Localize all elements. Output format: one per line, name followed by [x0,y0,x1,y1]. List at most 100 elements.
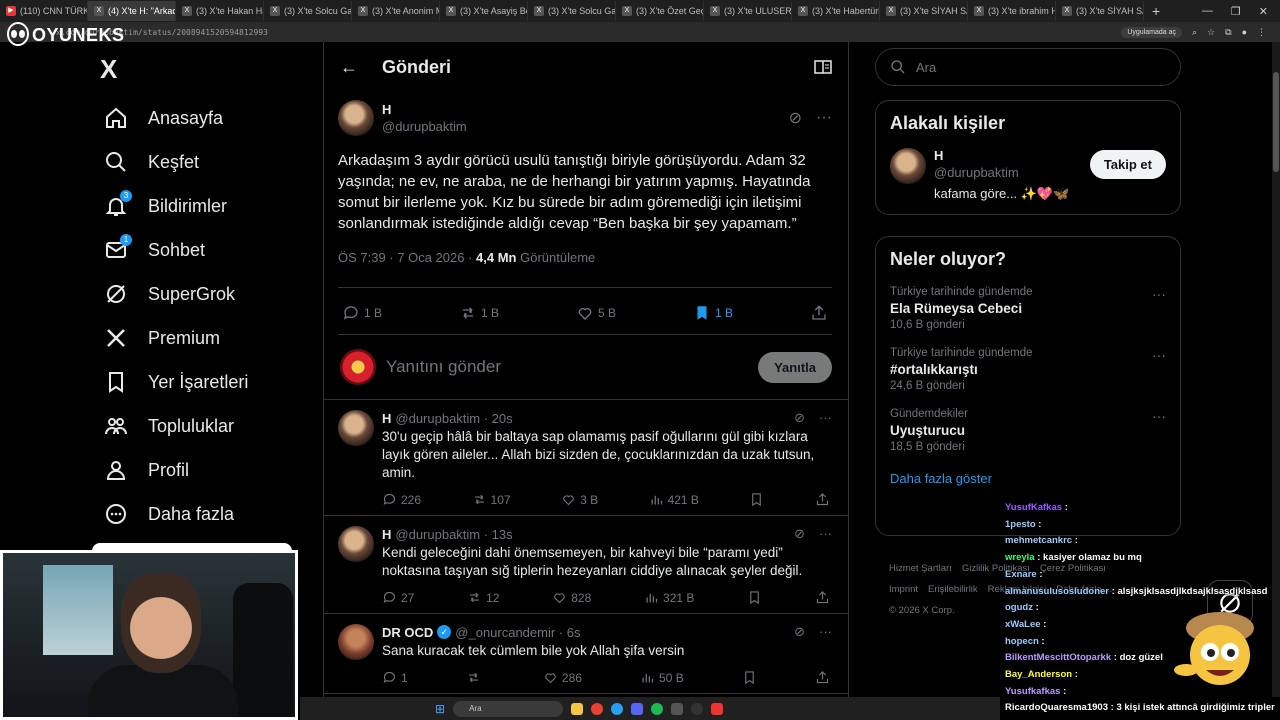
browser-tab[interactable]: X(3) X'te SİYAH SAN✕ [880,1,968,21]
author-name[interactable]: H [382,411,391,426]
browser-tab[interactable]: X(3) X'te Anonim Mu✕ [352,1,440,21]
grok-icon[interactable]: ⊘ [789,108,802,128]
views-button[interactable]: 50 B [640,670,684,685]
footer-link[interactable]: Imprint [889,584,918,595]
reply-button[interactable]: 1 B [342,304,382,322]
author-handle[interactable]: @durupbaktim · 20s [395,411,512,426]
bookmark-button[interactable] [742,670,757,685]
reply-button[interactable]: 27 [382,590,414,605]
share-button[interactable] [810,304,828,322]
chrome-icon[interactable] [591,702,604,715]
browser-tab[interactable]: X(3) X'te Hakan Hac✕ [176,1,264,21]
bookmark-button[interactable] [747,590,762,605]
repost-button[interactable]: 1 B [459,304,499,322]
trend-item[interactable]: Türkiye tarihinde gündemde #ortalıkkarışt… [876,339,1180,400]
footer-link[interactable]: © 2026 X Corp. [889,605,955,616]
minimize-icon[interactable]: — [1202,5,1213,18]
chat-username[interactable]: almanusulusosludoner [1005,586,1109,597]
avatar[interactable] [338,526,374,562]
open-in-app-button[interactable]: Uygulamada aç [1121,26,1182,38]
chat-username[interactable]: Bay_Anderson [1005,669,1072,680]
more-icon[interactable]: ··· [819,624,832,640]
search-input[interactable]: Ara [875,48,1181,86]
views-button[interactable]: 421 B [649,492,699,507]
sidebar-item-ke-fet[interactable]: Keşfet [96,140,254,184]
share-button[interactable] [815,590,830,605]
repost-button[interactable]: 107 [472,492,511,507]
files-icon[interactable] [571,702,584,715]
sidebar-item-profil[interactable]: Profil [96,448,254,492]
show-more-link[interactable]: Daha fazla göster [876,461,1180,500]
address-bar[interactable]: x.com/durupbaktim/status/200894152059481… [0,22,1280,42]
avatar[interactable] [890,148,926,184]
more-icon[interactable]: ··· [1152,286,1166,302]
reader-mode-icon[interactable] [814,59,832,75]
profile-icon[interactable]: ● [1242,27,1247,37]
more-icon[interactable]: ··· [819,526,832,542]
browser-tab[interactable]: X(3) X'te Özet Geç "✕ [616,1,704,21]
like-button[interactable]: 828 [552,590,591,605]
taskbar-search[interactable]: Ara [453,700,564,717]
reply-button[interactable]: 1 [382,670,408,685]
author-handle[interactable]: @_onurcandemir · 6s [455,625,580,640]
browser-tab[interactable]: X(3) X'te ibrahim Has✕ [968,1,1056,21]
browser-tab[interactable]: X(4) X'te H: "Arkadaş✕ [88,1,176,21]
new-tab-icon[interactable]: + [1144,3,1168,19]
more-icon[interactable]: ··· [1152,347,1166,363]
browser-tab[interactable]: X(3) X'te SİYAH SAN✕ [1056,1,1144,21]
x-logo-icon[interactable]: X [100,54,117,85]
scrollbar-thumb[interactable] [1273,72,1279,172]
reply-post[interactable]: H @durupbaktim · 20s ⊘ ··· 30'u geçip hâl… [324,400,848,516]
grok-icon[interactable]: ⊘ [794,410,805,426]
sidebar-item-anasayfa[interactable]: Anasayfa [96,96,254,140]
app-icon[interactable] [711,702,724,715]
related-person[interactable]: H @durupbaktim kafama göre... ✨💖🦋 Takip … [876,142,1180,214]
grok-icon[interactable]: ⊘ [794,624,805,640]
chat-username[interactable]: 1pesto [1005,519,1036,530]
my-avatar[interactable] [340,349,376,385]
follow-button[interactable]: Takip et [1089,150,1166,179]
chat-username[interactable]: hopecn [1005,636,1039,647]
grok-icon[interactable]: ⊘ [794,526,805,542]
share-button[interactable] [815,492,830,507]
steam-icon[interactable] [671,702,684,715]
sidebar-item-supergrok[interactable]: SuperGrok [96,272,254,316]
browser-tab[interactable]: X(3) X'te Solcu Gazet✕ [528,1,616,21]
sidebar-item-yer-i-aretleri[interactable]: Yer İşaretleri [96,360,254,404]
reply-submit-button[interactable]: Yanıtla [758,351,832,383]
chat-username[interactable]: mehmetcankrc [1005,535,1072,546]
chat-username[interactable]: RicardoQuaresma1903 [1005,702,1108,713]
chat-username[interactable]: wreyla [1005,552,1035,563]
back-arrow-icon[interactable]: ← [340,57,358,78]
repost-button[interactable]: 12 [467,590,499,605]
like-button[interactable]: 5 B [576,304,616,322]
chat-username[interactable]: Exnare [1005,569,1037,580]
avatar[interactable] [338,624,374,660]
author-handle[interactable]: @durupbaktim [382,119,467,134]
reply-post[interactable]: H @durupbaktim · 13s ⊘ ··· Kendi geleceği… [324,516,848,614]
sidebar-item-daha-fazla[interactable]: Daha fazla [96,492,254,536]
sidebar-item-bildirimler[interactable]: 3 Bildirimler [96,184,254,228]
like-button[interactable]: 286 [543,670,582,685]
more-icon[interactable]: ··· [819,410,832,426]
more-icon[interactable]: ··· [1152,408,1166,424]
more-icon[interactable]: ··· [816,109,832,127]
author-handle[interactable]: @durupbaktim · 13s [395,527,512,542]
footer-link[interactable]: Hizmet Şartları [889,563,952,574]
reply-input[interactable]: Yanıtını gönder [386,357,501,377]
extensions-icon[interactable]: ⧉ [1225,27,1231,38]
views-button[interactable]: 321 B [644,590,694,605]
chat-username[interactable]: BilkentMescittOtoparkk [1005,652,1111,663]
browser-tab[interactable]: ▶(110) CNN TÜRK✕ [0,1,88,21]
chat-username[interactable]: YusufKafkas [1005,502,1062,513]
person-name[interactable]: H [934,148,1069,163]
reply-button[interactable]: 226 [382,492,421,507]
share-button[interactable] [815,670,830,685]
bookmark-button[interactable]: 1 B [693,304,733,322]
edge-icon[interactable] [611,702,624,715]
chat-username[interactable]: ogudz [1005,602,1033,613]
browser-tab[interactable]: X(3) X'te ULUSER: "G✕ [704,1,792,21]
zoom-icon[interactable]: ⌕ [1192,27,1197,38]
bookmark-button[interactable] [749,492,764,507]
author-name[interactable]: H [382,102,467,117]
